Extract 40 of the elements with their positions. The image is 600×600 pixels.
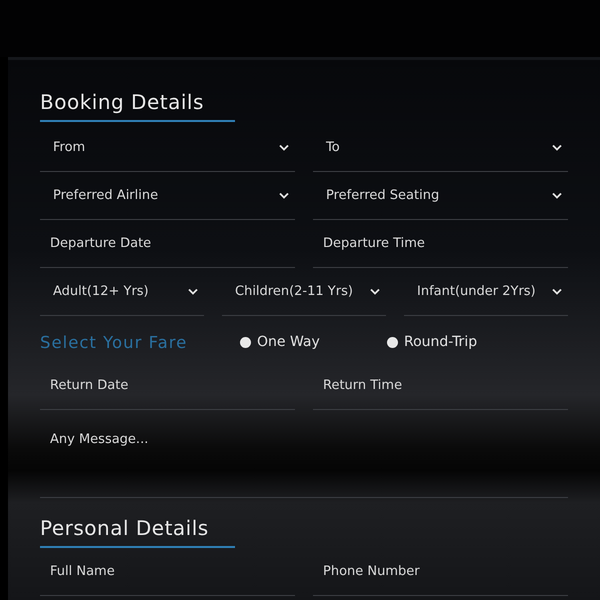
input-placeholder: Return Time xyxy=(323,378,402,393)
input-placeholder: Departure Date xyxy=(50,236,152,251)
input-field[interactable]: Departure Date xyxy=(40,220,295,268)
dropdown-field[interactable]: Adult(12+ Yrs) xyxy=(40,268,204,316)
input-field[interactable]: Phone Number xyxy=(313,548,568,596)
dropdown-field[interactable]: Children(2-11 Yrs) xyxy=(222,268,386,316)
section-heading: Booking Details xyxy=(40,90,235,122)
dropdown-field[interactable]: Preferred Seating xyxy=(313,172,568,220)
dropdown-placeholder: Preferred Airline xyxy=(53,188,158,203)
input-placeholder: Departure Time xyxy=(323,236,425,251)
dropdown-placeholder: Preferred Seating xyxy=(326,188,440,203)
chevron-down-icon xyxy=(188,288,198,295)
radio-option[interactable]: Round-Trip xyxy=(387,334,534,350)
chevron-down-icon xyxy=(552,288,562,295)
chevron-down-icon xyxy=(279,192,289,199)
dropdown-field[interactable]: To xyxy=(313,124,568,172)
dropdown-field[interactable]: Preferred Airline xyxy=(40,172,295,220)
input-placeholder: Full Name xyxy=(50,564,115,579)
dropdown-placeholder: To xyxy=(326,140,340,155)
dropdown-placeholder: Adult(12+ Yrs) xyxy=(53,284,149,299)
section-heading: Personal Details xyxy=(40,516,235,548)
dropdown-field[interactable]: From xyxy=(40,124,295,172)
chevron-down-icon xyxy=(552,192,562,199)
chevron-down-icon xyxy=(370,288,380,295)
dropdown-placeholder: Children(2-11 Yrs) xyxy=(235,284,353,299)
message-placeholder: Any Message... xyxy=(50,432,148,447)
input-placeholder: Phone Number xyxy=(323,564,420,579)
input-placeholder: Return Date xyxy=(50,378,128,393)
radio-option[interactable]: One Way xyxy=(240,334,387,350)
chevron-down-icon xyxy=(552,144,562,151)
input-field[interactable]: Return Time xyxy=(313,362,568,410)
chevron-down-icon xyxy=(279,144,289,151)
dropdown-placeholder: From xyxy=(53,140,86,155)
message-field[interactable]: Any Message... xyxy=(40,410,568,498)
input-field[interactable]: Return Date xyxy=(40,362,295,410)
input-field[interactable]: Full Name xyxy=(40,548,295,596)
input-field[interactable]: Departure Time xyxy=(313,220,568,268)
dropdown-field[interactable]: Infant(under 2Yrs) xyxy=(404,268,568,316)
fare-heading: Select Your Fare xyxy=(40,332,188,352)
dropdown-placeholder: Infant(under 2Yrs) xyxy=(417,284,536,299)
